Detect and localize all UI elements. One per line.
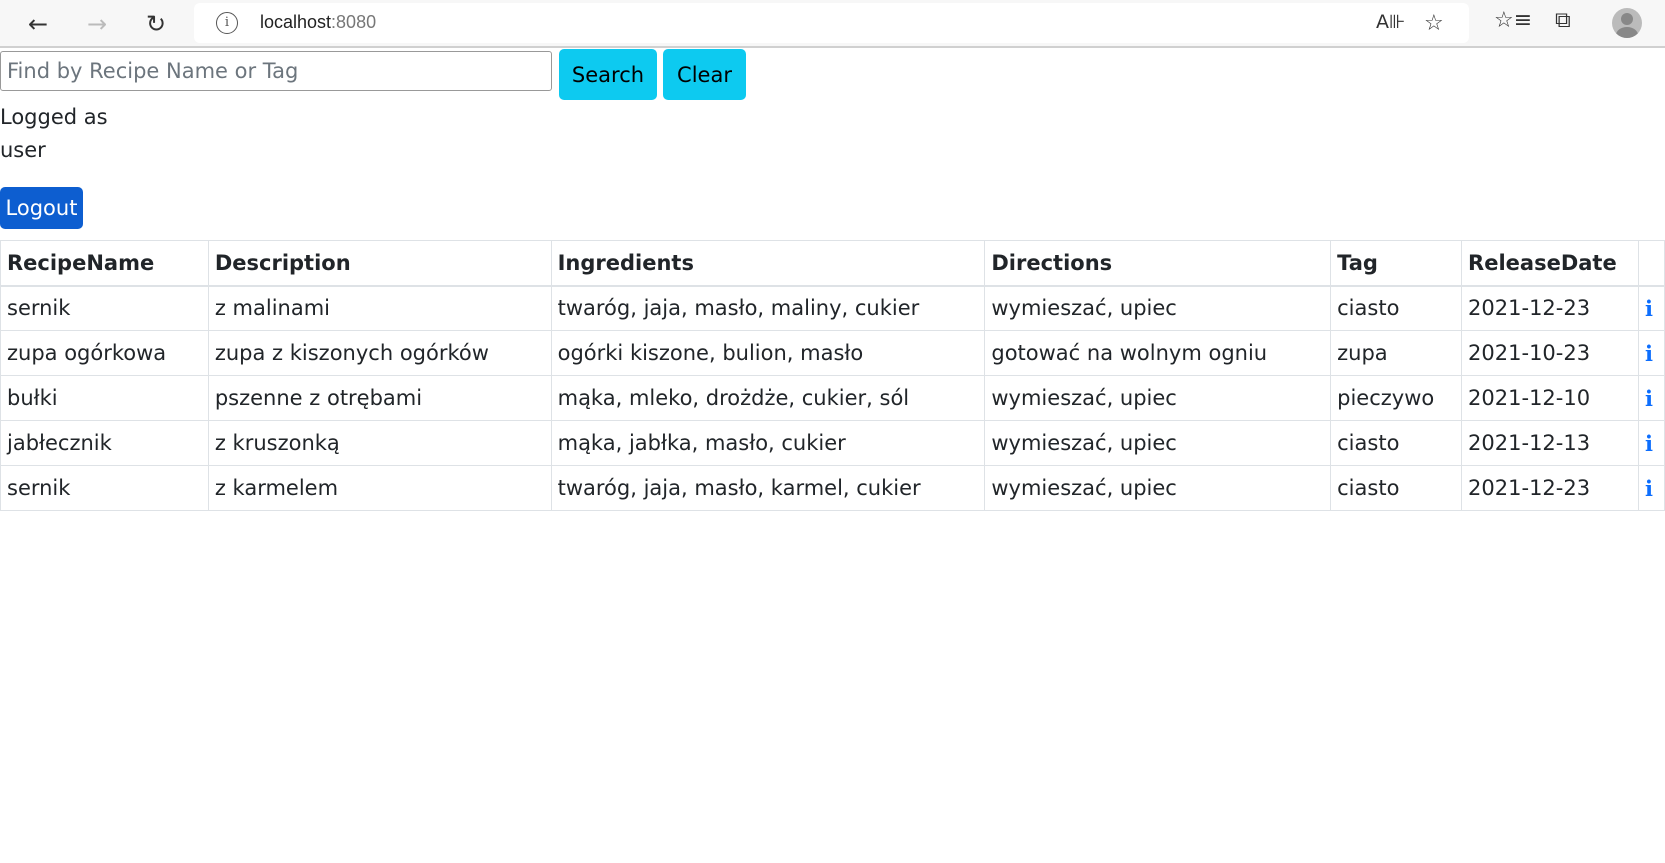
- clear-button[interactable]: Clear: [663, 49, 746, 100]
- cell-description: z kruszonką: [207, 420, 552, 466]
- table-row: sernik z karmelem twaróg, jaja, masło, kar…: [0, 465, 1665, 511]
- cell-ingredients: ogórki kiszone, bulion, masło: [550, 330, 986, 376]
- details-info-icon[interactable]: i: [1645, 296, 1653, 321]
- header-directions: Directions: [984, 240, 1332, 287]
- cell-ingredients: mąka, mleko, drożdże, cukier, sól: [550, 375, 986, 421]
- cell-actions: i: [1637, 375, 1665, 421]
- header-release-date: ReleaseDate: [1461, 240, 1639, 287]
- cell-release-date: 2021-10-23: [1461, 330, 1639, 376]
- search-button[interactable]: Search: [559, 49, 657, 100]
- cell-tag: ciasto: [1330, 465, 1463, 511]
- table-row: zupa ogórkowa zupa z kiszonych ogórków ogó…: [0, 330, 1665, 376]
- cell-description: pszenne z otrębami: [207, 375, 552, 421]
- cell-tag: ciasto: [1330, 420, 1463, 466]
- header-recipe-name: RecipeName: [0, 240, 209, 287]
- cell-description: zupa z kiszonych ogórków: [207, 330, 552, 376]
- forward-icon[interactable]: →: [79, 6, 115, 42]
- cell-directions: wymieszać, upiec: [984, 465, 1332, 511]
- url-text: localhost:8080: [260, 12, 376, 33]
- cell-actions: i: [1637, 420, 1665, 466]
- cell-release-date: 2021-12-13: [1461, 420, 1639, 466]
- cell-recipe-name: bułki: [0, 375, 209, 421]
- cell-tag: pieczywo: [1330, 375, 1463, 421]
- cell-directions: wymieszać, upiec: [984, 375, 1332, 421]
- cell-description: z karmelem: [207, 465, 552, 511]
- cell-recipe-name: sernik: [0, 285, 209, 331]
- details-info-icon[interactable]: i: [1645, 386, 1653, 411]
- logged-as-label: Logged as: [0, 105, 108, 129]
- reload-icon[interactable]: ↻: [138, 6, 174, 42]
- cell-recipe-name: sernik: [0, 465, 209, 511]
- cell-tag: ciasto: [1330, 285, 1463, 331]
- read-aloud-icon[interactable]: A⊪: [1376, 11, 1406, 33]
- cell-recipe-name: zupa ogórkowa: [0, 330, 209, 376]
- cell-release-date: 2021-12-23: [1461, 465, 1639, 511]
- details-info-icon[interactable]: i: [1645, 341, 1653, 366]
- header-ingredients: Ingredients: [550, 240, 986, 287]
- logout-button[interactable]: Logout: [0, 187, 83, 229]
- cell-directions: wymieszać, upiec: [984, 420, 1332, 466]
- cell-release-date: 2021-12-10: [1461, 375, 1639, 421]
- cell-release-date: 2021-12-23: [1461, 285, 1639, 331]
- favorites-icon[interactable]: ☆≡: [1494, 8, 1532, 33]
- url-host: localhost: [260, 12, 332, 32]
- search-input[interactable]: [0, 51, 552, 91]
- header-description: Description: [207, 240, 552, 287]
- back-icon[interactable]: ←: [20, 6, 56, 42]
- site-info-icon[interactable]: i: [216, 12, 238, 34]
- cell-actions: i: [1637, 465, 1665, 511]
- cell-description: z malinami: [207, 285, 552, 331]
- address-bar[interactable]: i localhost:8080 A⊪ ☆: [194, 3, 1469, 43]
- cell-actions: i: [1637, 285, 1665, 331]
- cell-actions: i: [1637, 330, 1665, 376]
- url-port: :8080: [331, 12, 377, 32]
- cell-ingredients: twaróg, jaja, masło, maliny, cukier: [550, 285, 986, 331]
- header-tag: Tag: [1330, 240, 1463, 287]
- header-actions: [1637, 240, 1665, 287]
- cell-tag: zupa: [1330, 330, 1463, 376]
- recipes-table: RecipeName Description Ingredients Direc…: [0, 240, 1665, 511]
- cell-directions: wymieszać, upiec: [984, 285, 1332, 331]
- username: user: [0, 138, 46, 162]
- table-row: sernik z malinami twaróg, jaja, masło, mal…: [0, 285, 1665, 331]
- details-info-icon[interactable]: i: [1645, 431, 1653, 456]
- cell-ingredients: mąka, jabłka, masło, cukier: [550, 420, 986, 466]
- cell-recipe-name: jabłecznik: [0, 420, 209, 466]
- collections-icon[interactable]: ⧉: [1555, 8, 1571, 33]
- details-info-icon[interactable]: i: [1645, 476, 1653, 501]
- browser-toolbar: ← → ↻ i localhost:8080 A⊪ ☆ ☆≡ ⧉: [0, 0, 1665, 48]
- table-row: jabłecznik z kruszonką mąka, jabłka, masło…: [0, 420, 1665, 466]
- add-favorite-icon[interactable]: ☆: [1424, 11, 1444, 36]
- profile-avatar[interactable]: [1612, 8, 1642, 38]
- table-row: bułki pszenne z otrębami mąka, mleko, droż…: [0, 375, 1665, 421]
- cell-ingredients: twaróg, jaja, masło, karmel, cukier: [550, 465, 986, 511]
- cell-directions: gotować na wolnym ogniu: [984, 330, 1332, 376]
- table-header-row: RecipeName Description Ingredients Direc…: [0, 240, 1665, 287]
